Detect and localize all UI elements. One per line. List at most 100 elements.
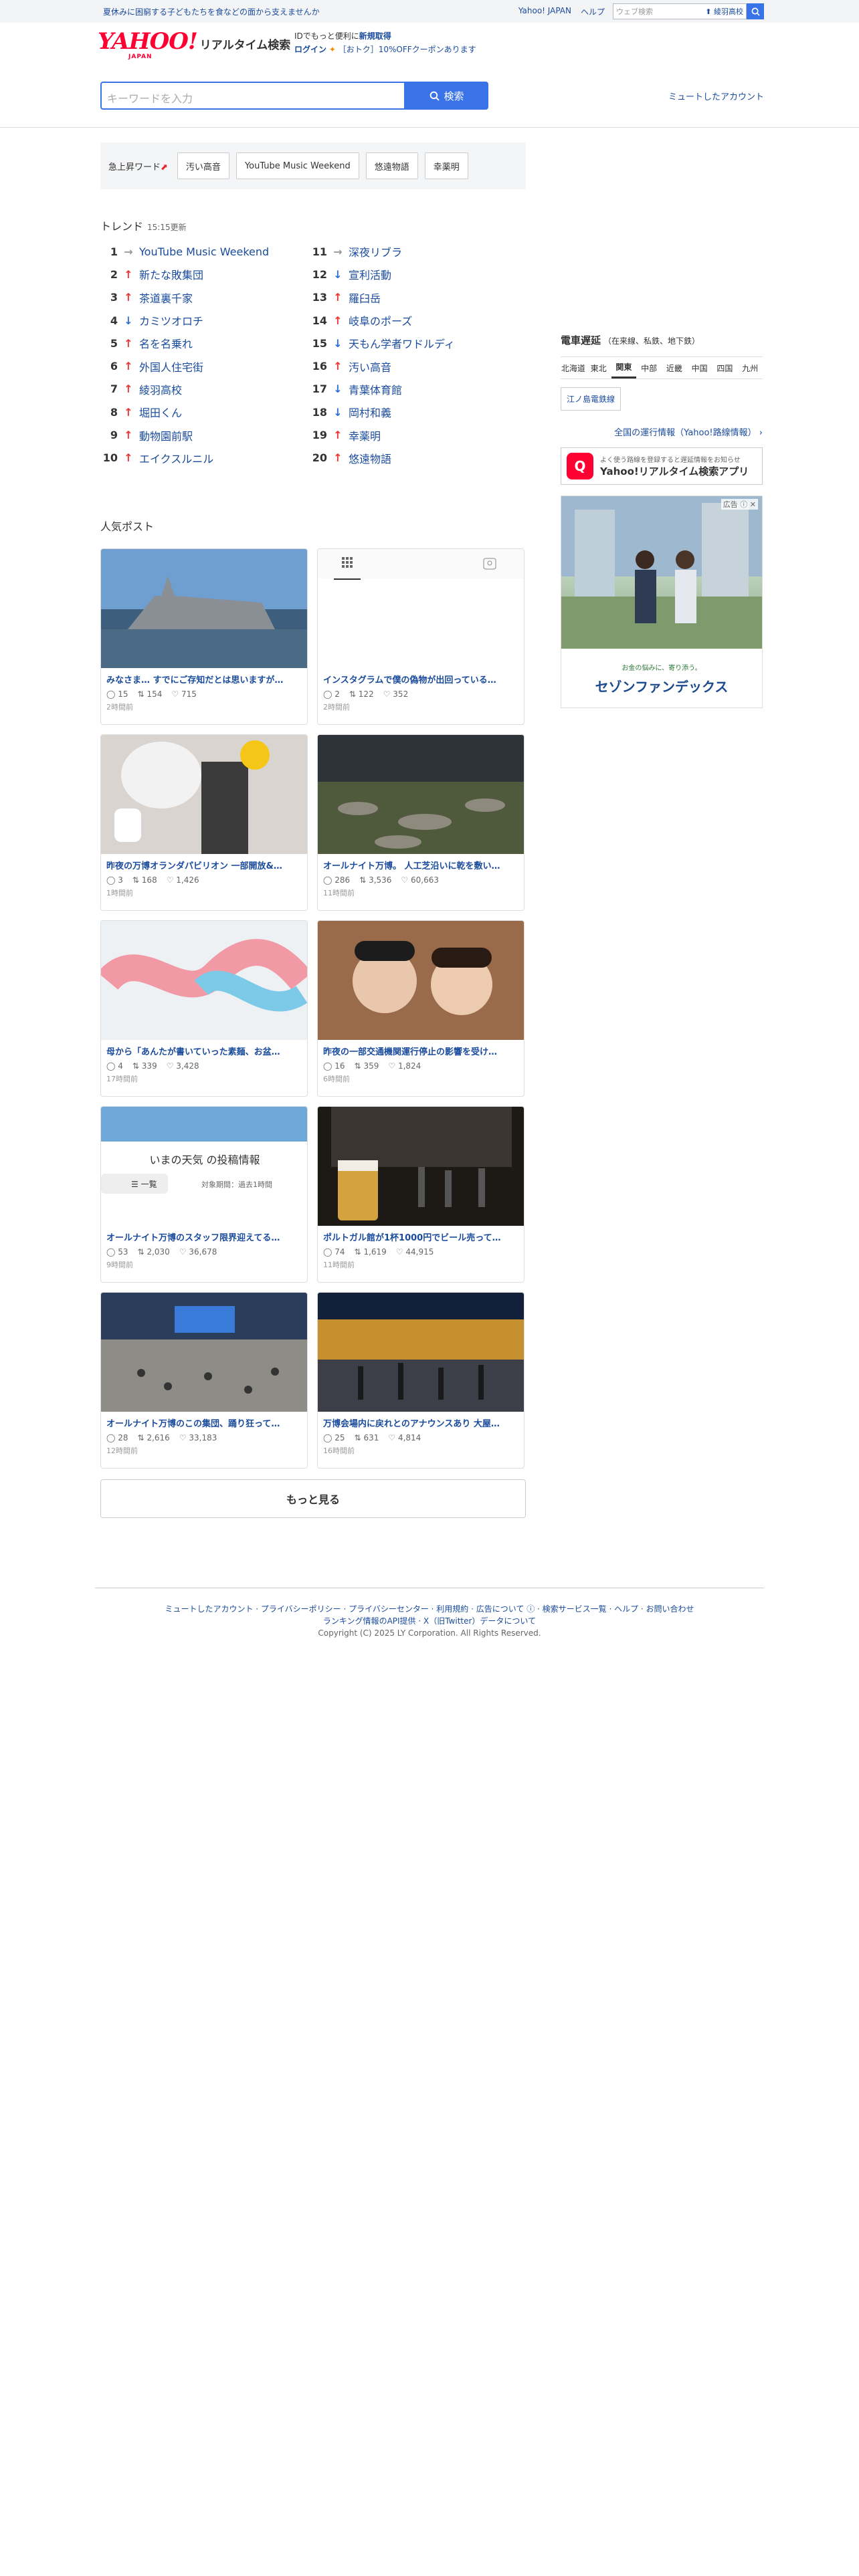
trend-word[interactable]: 悠遠物語 [349, 450, 391, 466]
post-title[interactable]: オールナイト万博のスタッフ限界迎えてる… [101, 1226, 307, 1243]
trend-item[interactable]: 9 ↑ 動物園前駅 [100, 423, 310, 446]
trend-item[interactable]: 18 ↓ 岡村和義 [310, 401, 519, 423]
post-card[interactable]: 昨夜の一部交通機関運行停止の影響を受け… ◯ 16 ⇅ 359 ♡ 1,824 6時間前 [317, 920, 524, 1097]
signup-link[interactable]: 新規取得 [359, 31, 391, 41]
coupon-link[interactable]: ［おトク］10%OFFクーポンあります [339, 45, 476, 54]
post-title[interactable]: 万博会場内に戻れとのアナウンスあり 大屋… [318, 1412, 524, 1429]
surge-chip[interactable]: 悠遠物語 [365, 152, 418, 179]
trend-word[interactable]: 外国人住宅街 [139, 358, 203, 374]
region-tab[interactable]: 中部 [636, 357, 662, 379]
trend-item[interactable]: 1 → YouTube Music Weekend [100, 240, 310, 263]
trend-item[interactable]: 4 ↓ カミツオロチ [100, 309, 310, 332]
post-title[interactable]: みなさま… すでにご存知だとは思いますが… [101, 668, 307, 685]
trend-word[interactable]: 青葉体育館 [349, 381, 402, 397]
trend-word[interactable]: カミツオロチ [139, 312, 203, 328]
trend-item[interactable]: 5 ↑ 名を名乗れ [100, 332, 310, 354]
trend-item[interactable]: 6 ↑ 外国人住宅街 [100, 354, 310, 377]
trend-item[interactable]: 15 ↓ 天もん学者ワドルディ [310, 332, 519, 354]
advertisement[interactable]: 広告 ⓘ ✕ お金の悩みに、寄り添う。 セゾンファンデックス [561, 496, 763, 708]
post-title[interactable]: オールナイト万博のこの集団、踊り狂って… [101, 1412, 307, 1429]
app-banner[interactable]: Q よく使う路線を登録すると遅延情報をお知らせ Yahoo!リアルタイム検索アプ… [561, 447, 763, 485]
mini-search-input[interactable]: ウェブ検索 ⬆ 綾羽高校 [613, 3, 747, 19]
post-card[interactable]: 昨夜の万博オランダパビリオン 一部開放&… ◯ 3 ⇅ 168 ♡ 1,426 1時間前 [100, 734, 308, 911]
more-button[interactable]: もっと見る [100, 1479, 526, 1518]
mini-search-button[interactable] [747, 3, 764, 19]
post-card[interactable]: 万博会場内に戻れとのアナウンスあり 大屋… ◯ 25 ⇅ 631 ♡ 4,814 16時… [317, 1291, 524, 1469]
trend-item[interactable]: 2 ↑ 新たな敗集団 [100, 263, 310, 286]
trend-word[interactable]: 綾羽高校 [139, 381, 182, 397]
trend-word[interactable]: エイクスルニル [139, 450, 213, 466]
post-title[interactable]: オールナイト万博。 人工芝沿いに乾を敷い… [318, 854, 524, 871]
trend-word[interactable]: 動物園前駅 [139, 427, 193, 443]
post-thumbnail[interactable] [318, 1292, 524, 1412]
trend-word[interactable]: 岡村和義 [349, 404, 391, 420]
region-tab[interactable]: 九州 [737, 357, 763, 379]
trend-item[interactable]: 7 ↑ 綾羽高校 [100, 378, 310, 401]
post-thumbnail[interactable]: いまの天気 の投稿情報 対象期間：過去1時間 ☰ 一覧 [101, 1106, 307, 1226]
national-info-link[interactable]: 全国の運行情報（Yahoo!路線情報） › [561, 425, 763, 438]
yahoo-japan-link[interactable]: Yahoo! JAPAN [518, 6, 571, 17]
post-card[interactable]: 母から「あんたが書いていった素麺、お盆… ◯ 4 ⇅ 339 ♡ 3,428 17時間前 [100, 920, 308, 1097]
search-button[interactable]: 検索 [405, 82, 488, 110]
login-link[interactable]: ログイン [294, 45, 326, 54]
post-title[interactable]: ポルトガル館が1杯1000円でビール売って… [318, 1226, 524, 1243]
trend-word[interactable]: 名を名乗れ [139, 335, 193, 351]
surge-chip[interactable]: 汚い高音 [177, 152, 229, 179]
surge-chip[interactable]: 幸薬明 [424, 152, 468, 179]
post-card[interactable]: みなさま… すでにご存知だとは思いますが… ◯ 15 ⇅ 154 ♡ 715 2時間前 [100, 548, 308, 725]
post-title[interactable]: 昨夜の一部交通機関運行停止の影響を受け… [318, 1040, 524, 1057]
post-card[interactable]: オールナイト万博のこの集団、踊り狂って… ◯ 28 ⇅ 2,616 ♡ 33,183 1… [100, 1291, 308, 1469]
trend-word[interactable]: 宣利活動 [349, 266, 391, 282]
trend-word[interactable]: 堀田くん [139, 404, 182, 420]
trend-item[interactable]: 12 ↓ 宣利活動 [310, 263, 519, 286]
post-thumbnail[interactable] [318, 734, 524, 854]
delayed-line-link[interactable]: 江ノ島電鉄線 [561, 387, 622, 411]
trend-word[interactable]: 幸薬明 [349, 427, 381, 443]
trend-item[interactable]: 16 ↑ 汚い高音 [310, 354, 519, 377]
help-link[interactable]: ヘルプ [581, 6, 605, 17]
trend-word[interactable]: 汚い高音 [349, 358, 391, 374]
post-thumbnail[interactable] [101, 920, 307, 1040]
post-card[interactable]: インスタグラムで僕の偽物が出回っている… ◯ 2 ⇅ 122 ♡ 352 2時間前 [317, 548, 524, 725]
post-thumbnail[interactable] [101, 734, 307, 854]
trend-word[interactable]: 羅臼岳 [349, 290, 381, 306]
region-tab[interactable]: 近畿 [662, 357, 687, 379]
trend-word[interactable]: 茶道裏千家 [139, 290, 193, 306]
region-tab[interactable]: 東北 [586, 357, 611, 379]
mini-search-trend[interactable]: ⬆ 綾羽高校 [705, 6, 743, 17]
post-thumbnail[interactable] [318, 548, 524, 668]
trend-item[interactable]: 13 ↑ 羅臼岳 [310, 286, 519, 309]
post-thumbnail[interactable] [101, 1292, 307, 1412]
trend-word[interactable]: 天もん学者ワドルディ [349, 335, 455, 351]
trend-item[interactable]: 19 ↑ 幸薬明 [310, 423, 519, 446]
post-thumbnail[interactable] [101, 548, 307, 668]
trend-word[interactable]: 深夜リブラ [349, 243, 402, 259]
region-tab[interactable]: 四国 [712, 357, 738, 379]
yahoo-logo[interactable]: YAHOO! JAPAN リアルタイム検索 [98, 28, 290, 60]
trend-word[interactable]: 岐阜のポーズ [349, 312, 412, 328]
post-title[interactable]: 母から「あんたが書いていった素麺、お盆… [101, 1040, 307, 1057]
trend-item[interactable]: 11 → 深夜リブラ [310, 240, 519, 263]
muted-accounts-link[interactable]: ミュートしたアカウント [668, 90, 764, 102]
search-input[interactable]: キーワードを入力 [100, 82, 405, 110]
region-tab[interactable]: 関東 [611, 357, 637, 379]
surge-chip[interactable]: YouTube Music Weekend [235, 152, 359, 179]
trend-word[interactable]: 新たな敗集団 [139, 266, 203, 282]
footer-links-2[interactable]: ランキング情報のAPI提供 · X（旧Twitter）データについて [95, 1615, 764, 1627]
trend-item[interactable]: 17 ↓ 青葉体育館 [310, 378, 519, 401]
promo-link[interactable]: 夏休みに困窮する子どもたちを食などの面から支えませんか [95, 6, 518, 17]
footer-links[interactable]: ミュートしたアカウント · プライバシーポリシー · プライバシーセンター · … [95, 1603, 764, 1615]
trend-item[interactable]: 20 ↑ 悠遠物語 [310, 447, 519, 469]
region-tab[interactable]: 中国 [687, 357, 712, 379]
trend-item[interactable]: 14 ↑ 岐阜のポーズ [310, 309, 519, 332]
trend-item[interactable]: 3 ↑ 茶道裏千家 [100, 286, 310, 309]
region-tab[interactable]: 北海道 [561, 357, 586, 379]
trend-word[interactable]: YouTube Music Weekend [139, 245, 269, 258]
post-card[interactable]: オールナイト万博。 人工芝沿いに乾を敷い… ◯ 286 ⇅ 3,536 ♡ 60,66… [317, 734, 524, 911]
post-card[interactable]: いまの天気 の投稿情報 対象期間：過去1時間 ☰ 一覧 オールナイト万博のスタッフ限界… [100, 1105, 308, 1283]
trend-item[interactable]: 8 ↑ 堀田くん [100, 401, 310, 423]
post-card[interactable]: ポルトガル館が1杯1000円でビール売って… ◯ 74 ⇅ 1,619 ♡ 44,91… [317, 1105, 524, 1283]
post-thumbnail[interactable] [318, 920, 524, 1040]
post-title[interactable]: インスタグラムで僕の偽物が出回っている… [318, 668, 524, 685]
post-thumbnail[interactable] [318, 1106, 524, 1226]
